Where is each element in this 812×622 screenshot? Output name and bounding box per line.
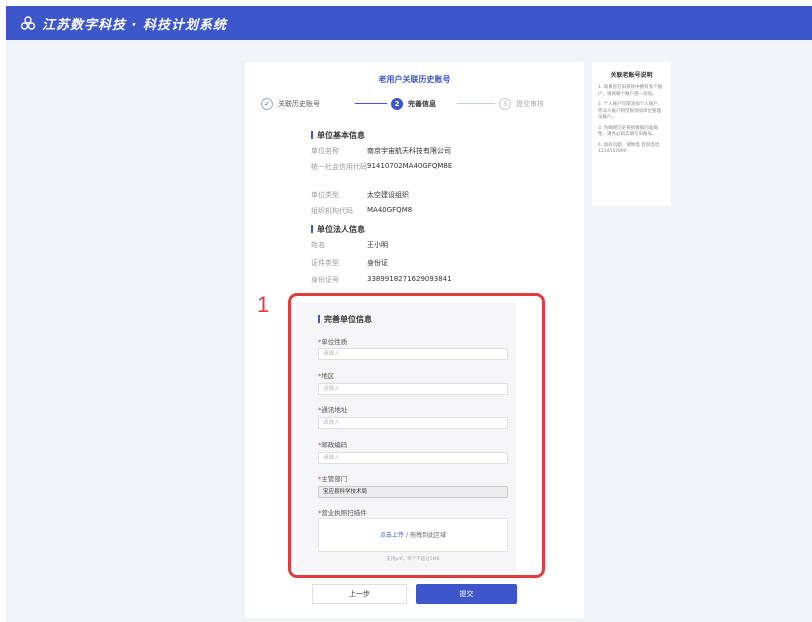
info-value: 太空建设组织 <box>367 191 409 199</box>
section-marker <box>311 225 313 233</box>
section-marker <box>311 131 313 139</box>
step-3-label: 提交审核 <box>516 100 544 108</box>
help-item: 4. 如有问题，请致电 咨询电话: 12345678​90 <box>598 142 661 155</box>
section-title-text: 单位基本信息 <box>317 131 365 140</box>
section-title-text: 单位法人信息 <box>317 225 365 234</box>
help-sidebar: 关联老账号说明 1. 如果您在旧系统中拥有多个账户，请将每个账户逐一添加。 2.… <box>592 62 671 206</box>
help-title: 关联老账号说明 <box>610 72 653 79</box>
annotation-marker: 1 <box>257 292 270 317</box>
info-label: 姓名 <box>311 241 325 249</box>
step-connector <box>457 103 495 104</box>
app-title: 江苏数字科技 · 科技计划系统 <box>42 17 227 33</box>
info-row-id-type: 证件类型 身份证 <box>311 258 388 268</box>
info-label: 统一社会信用代码 <box>311 163 367 171</box>
info-value: 王小明 <box>367 241 388 249</box>
info-value: 身份证 <box>367 259 388 267</box>
help-item: 2. 个人账户仅能添加个人账户，而法人账户则仅限添加单位管理员账户。 <box>598 102 663 120</box>
info-value: 91410702MA40GFQM8E <box>367 162 453 170</box>
section-title-basic: 单位基本信息 <box>311 130 365 141</box>
step-2: 2 完善信息 <box>391 96 436 112</box>
check-icon: ✓ <box>261 98 273 110</box>
step-2-label: 完善信息 <box>408 100 436 108</box>
info-label: 单位名称 <box>311 147 339 155</box>
info-row-unit-type: 单位类型 太空建设组织 <box>311 190 409 200</box>
step-3-number: 3 <box>499 98 511 110</box>
stepper: ✓ 关联历史账号 2 完善信息 3 提交审核 <box>261 96 571 112</box>
logo-icon <box>20 16 36 30</box>
annotation-highlight-box <box>288 293 545 578</box>
card-title: 老用户关联历史账号 <box>378 75 451 84</box>
top-navbar: 江苏数字科技 · 科技计划系统 <box>6 6 812 40</box>
info-row-credit-code: 统一社会信用代码 91410702MA40GFQM8E <box>311 162 452 172</box>
info-row-org-code: 组织机构代码 MA40GFQM8 <box>311 206 412 216</box>
step-1: ✓ 关联历史账号 <box>261 96 320 112</box>
info-row-name: 单位名称 南京宇宙航天科技有限公司 <box>311 146 451 156</box>
step-1-label: 关联历史账号 <box>278 100 320 108</box>
info-row-person-name: 姓名 王小明 <box>311 240 388 250</box>
help-item: 3. 为确保历史系统数据的准确性，请务必如实填写旧账号。 <box>598 125 658 138</box>
info-label: 组织机构代码 <box>311 207 353 215</box>
prev-button[interactable]: 上一步 <box>312 584 407 604</box>
info-value: 338991827162909384​1 <box>367 275 452 283</box>
info-label: 单位类型 <box>311 191 339 199</box>
submit-button[interactable]: 提交 <box>416 584 517 604</box>
info-row-id-number: 身份证号 338991827162909384​1 <box>311 275 452 285</box>
info-label: 身份证号 <box>311 276 339 284</box>
help-item: 1. 如果您在旧系统中拥有多个账户，请将每个账户逐一添加。 <box>598 85 663 97</box>
info-value: MA40GFQM8 <box>367 206 413 214</box>
step-3: 3 提交审核 <box>499 96 544 112</box>
section-title-legal: 单位法人信息 <box>311 224 365 235</box>
step-connector <box>355 103 387 104</box>
step-2-number: 2 <box>391 98 403 110</box>
info-label: 证件类型 <box>311 259 339 267</box>
info-value: 南京宇宙航天科技有限公司 <box>367 147 451 155</box>
